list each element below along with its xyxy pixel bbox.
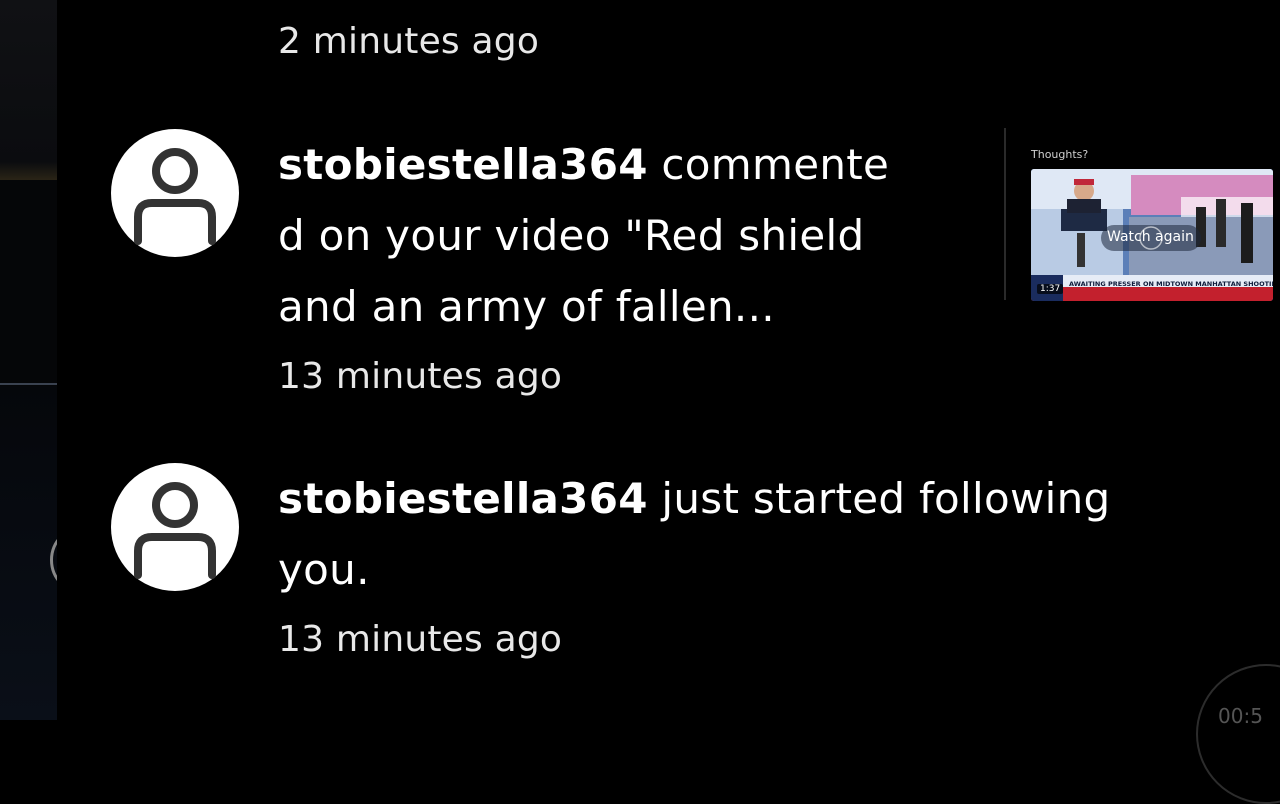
notification-time: 13 minutes ago [278, 619, 563, 660]
watch-again-label: Watch again [1107, 229, 1194, 245]
video-thumbnail-title: Thoughts? [1031, 148, 1089, 161]
notification-line: d on your video "Red shield [278, 211, 865, 260]
notifications-panel [57, 0, 1280, 720]
background-divider [0, 383, 57, 385]
background-app-strip [0, 0, 120, 720]
user-avatar-icon [134, 482, 216, 579]
thumbnail-divider [1004, 128, 1006, 300]
avatar[interactable] [111, 463, 239, 591]
news-ticker-text: AWAITING PRESSER ON MIDTOWN MANHATTAN SH… [1069, 280, 1273, 288]
avatar[interactable] [111, 129, 239, 257]
notification-line: you. [278, 545, 370, 594]
user-avatar-icon [134, 148, 216, 245]
notification-line: and an army of fallen... [278, 282, 775, 331]
background-app-top [0, 0, 57, 180]
video-thumbnail[interactable]: Watch again 1:37 AWAITING PRESSER ON MID… [1031, 169, 1273, 301]
notification-time: 13 minutes ago [278, 356, 563, 397]
notification-text: stobiestella364 just started following y… [278, 463, 1110, 605]
notification-line: just started following [661, 474, 1111, 523]
notification-line: commente [661, 140, 890, 189]
username-link[interactable]: stobiestella364 [278, 140, 648, 189]
notification-time: 2 minutes ago [278, 21, 540, 62]
player-time: 00:5 [1218, 704, 1263, 728]
notification-text: stobiestella364 commente d on your video… [278, 129, 889, 342]
video-duration: 1:37 [1037, 284, 1064, 294]
username-link[interactable]: stobiestella364 [278, 474, 648, 523]
background-app-bottom [0, 386, 57, 720]
